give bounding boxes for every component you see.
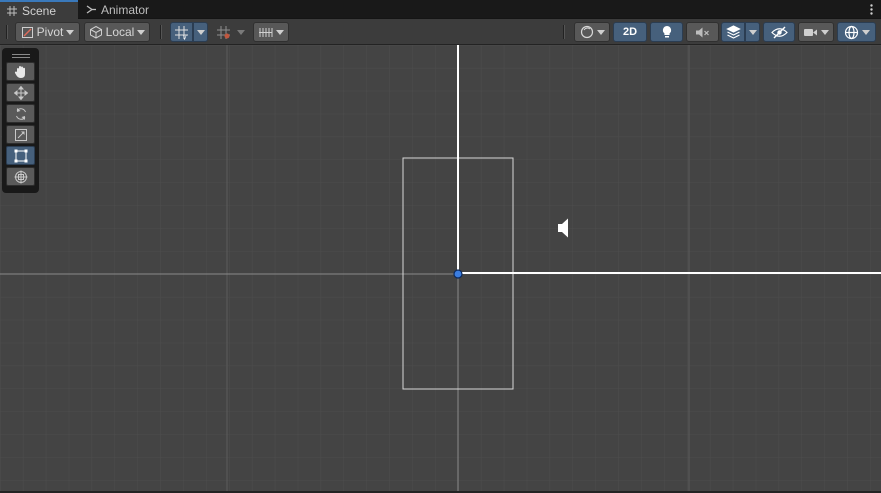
pivot-dropdown[interactable]: Pivot	[15, 22, 80, 42]
scene-canvas[interactable]	[0, 45, 881, 491]
scene-viewport[interactable]	[0, 45, 881, 491]
gizmos-dropdown[interactable]	[837, 22, 876, 42]
tools-overlay	[2, 48, 39, 193]
audio-toggle[interactable]	[686, 22, 719, 42]
chevron-down-icon	[861, 29, 870, 35]
grid-snap-toggle[interactable]: y	[170, 22, 193, 42]
audio-mute-icon	[696, 27, 709, 37]
increment-snap-dropdown[interactable]	[253, 22, 289, 42]
local-label: Local	[105, 25, 135, 39]
snap-increment-toggle[interactable]	[212, 22, 234, 42]
toolbar-grip	[6, 25, 8, 39]
gizmos-globe-icon	[844, 25, 858, 39]
effects-toggle[interactable]	[721, 22, 745, 42]
rect-transform-icon	[14, 149, 27, 162]
tab-scene[interactable]: Scene	[0, 0, 78, 19]
snap-increment-dropdown[interactable]	[234, 22, 248, 42]
shading-sphere-icon	[580, 25, 593, 39]
animator-icon	[86, 5, 96, 14]
grid-snap-icon: y	[175, 25, 188, 40]
pivot-label: Pivot	[36, 25, 64, 39]
hand-tool-button[interactable]	[6, 62, 35, 81]
tab-scene-label: Scene	[22, 3, 57, 18]
tab-bar: Scene Animator	[0, 0, 881, 19]
move-arrows-icon	[13, 85, 28, 100]
scene-grid-icon	[7, 5, 17, 16]
mode-2d-label: 2D	[622, 26, 638, 38]
shading-mode-dropdown[interactable]	[574, 22, 610, 42]
chevron-down-icon	[237, 29, 245, 35]
scene-grid	[0, 45, 881, 491]
chevron-down-icon	[748, 29, 757, 35]
kebab-menu-icon[interactable]	[867, 2, 875, 16]
eye-slash-icon	[770, 26, 788, 38]
hand-icon	[14, 65, 25, 78]
move-tool-button[interactable]	[6, 83, 35, 102]
chevron-down-icon	[596, 29, 605, 35]
tab-animator-label: Animator	[101, 2, 150, 17]
rect-tool-button[interactable]	[6, 146, 35, 165]
chevron-down-icon	[66, 29, 75, 35]
snap-increment-icon	[216, 25, 230, 39]
chevron-down-icon	[196, 29, 205, 35]
effects-dropdown[interactable]	[745, 22, 760, 42]
camera-dropdown[interactable]	[798, 22, 834, 42]
svg-text:y: y	[183, 34, 187, 40]
rotate-icon	[15, 107, 26, 120]
light-bulb-icon	[662, 26, 671, 38]
rotate-tool-button[interactable]	[6, 104, 35, 123]
camera-icon	[804, 28, 817, 36]
tab-animator[interactable]: Animator	[80, 0, 160, 19]
scale-tool-button[interactable]	[6, 125, 35, 144]
effects-layers-icon	[725, 25, 741, 39]
toolbar-grip	[160, 25, 162, 39]
local-cube-icon	[89, 25, 102, 39]
chevron-down-icon	[276, 29, 284, 35]
transform-gizmo-icon	[14, 170, 27, 183]
scale-icon	[14, 128, 27, 141]
toolbar-grip	[563, 25, 565, 39]
chevron-down-icon	[137, 29, 146, 35]
chevron-down-icon	[821, 29, 829, 35]
overlay-drag-handle[interactable]	[6, 51, 35, 60]
transform-tool-button[interactable]	[6, 167, 35, 186]
gizmo-origin-handle[interactable]	[453, 269, 463, 279]
mode-2d-toggle[interactable]: 2D	[613, 22, 647, 42]
ruler-snap-icon	[259, 27, 273, 37]
scene-visibility-toggle[interactable]	[763, 22, 795, 42]
grid-options-dropdown[interactable]	[193, 22, 208, 42]
scene-toolbar: Pivot Local y 2D	[0, 19, 881, 45]
lighting-toggle[interactable]	[650, 22, 683, 42]
local-dropdown[interactable]: Local	[84, 22, 150, 42]
pivot-icon	[21, 26, 33, 38]
